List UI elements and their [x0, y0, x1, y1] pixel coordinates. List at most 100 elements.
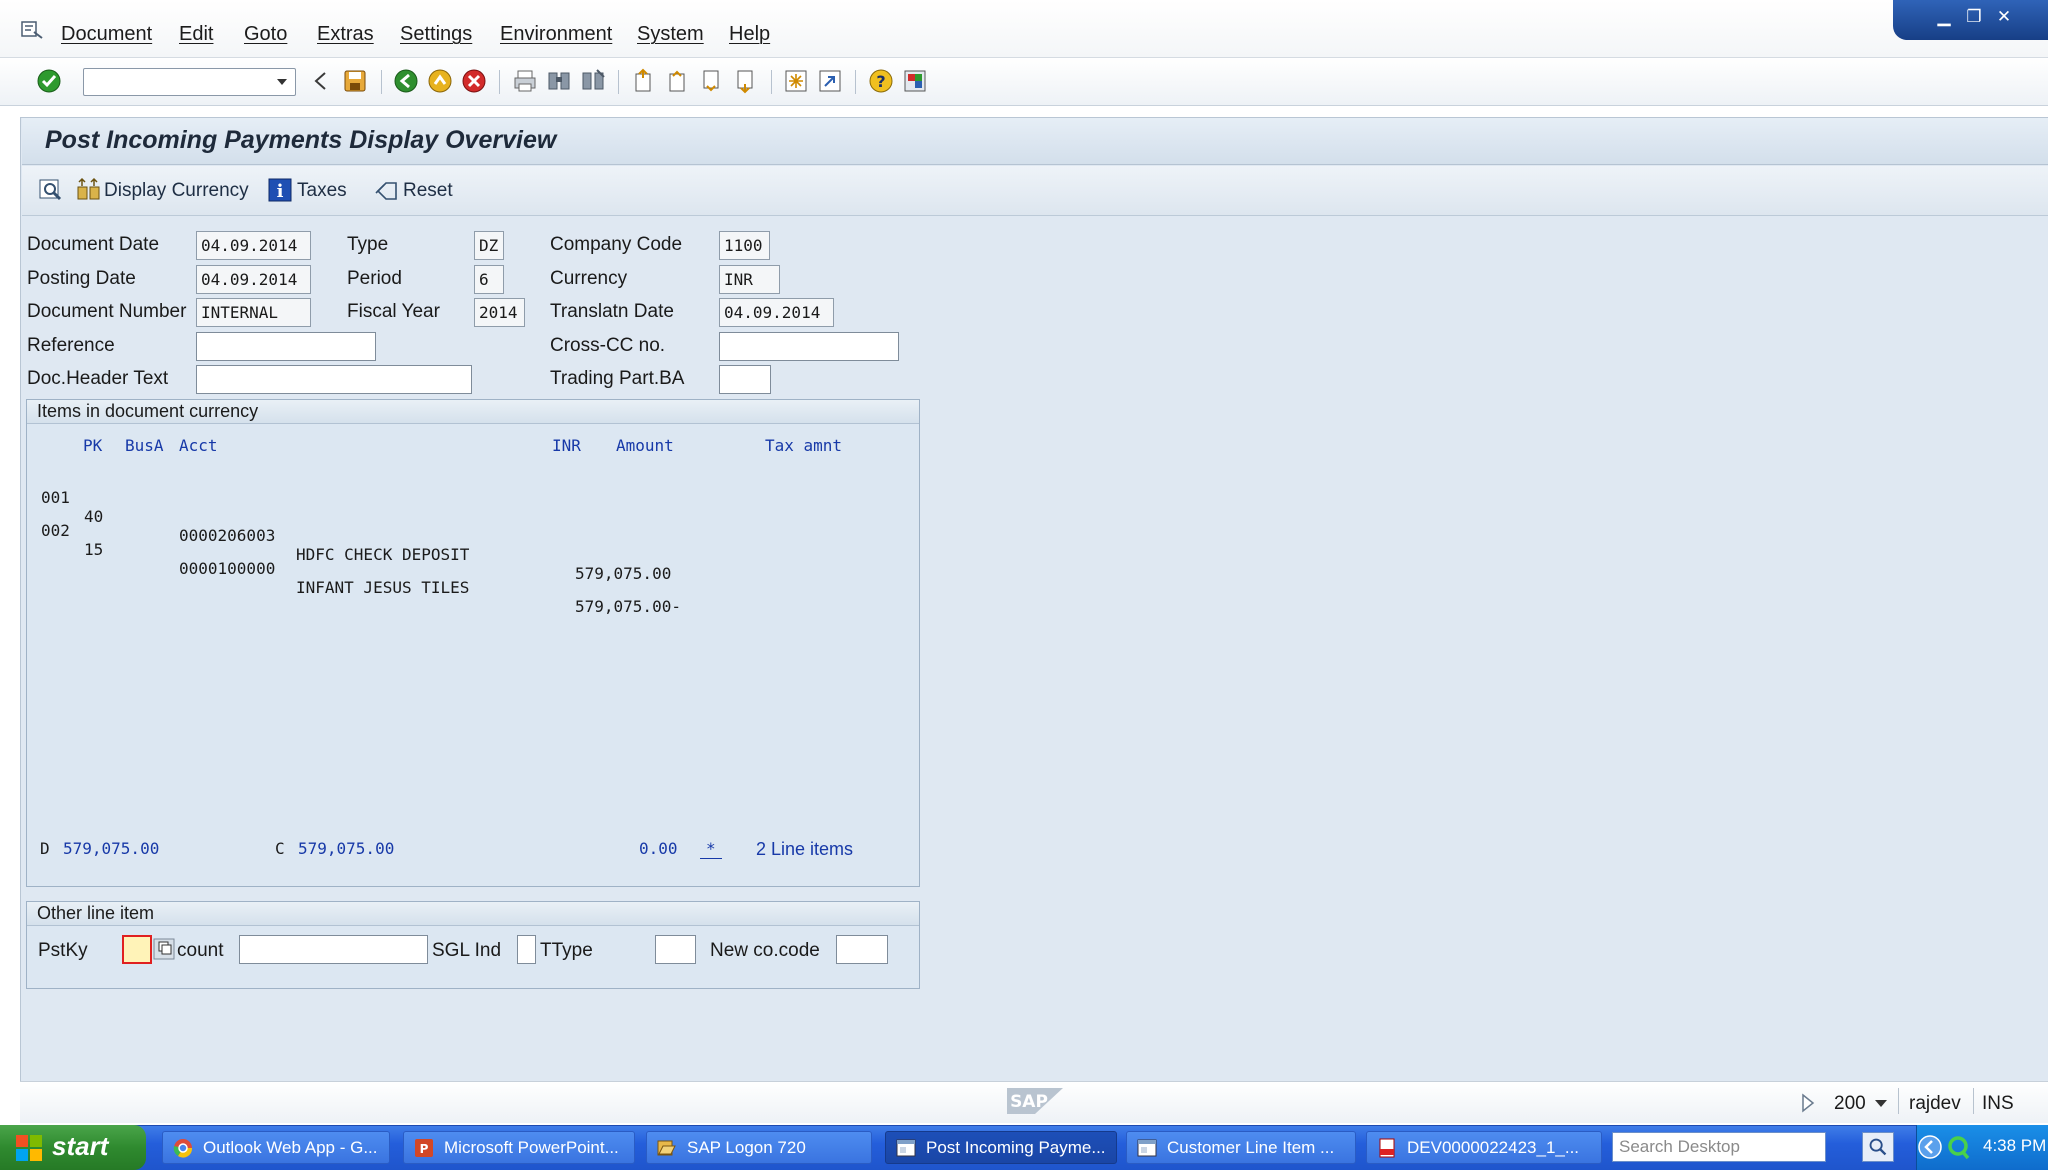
reference-input[interactable]	[196, 332, 376, 361]
debit-total: 579,075.00	[63, 839, 160, 858]
sgl-ind-input[interactable]	[517, 935, 536, 964]
status-expand-icon[interactable]	[1800, 1093, 1816, 1113]
first-page-icon[interactable]	[631, 68, 657, 94]
customize-layout-icon[interactable]	[902, 68, 928, 94]
previous-page-icon[interactable]	[665, 68, 691, 94]
desktop-search-input[interactable]: Search Desktop	[1612, 1132, 1826, 1162]
account-name: HDFC CHECK DEPOSIT	[296, 545, 470, 564]
document-number-label: Document Number	[27, 301, 187, 322]
task-sap-logon[interactable]: SAP Logon 720	[646, 1131, 872, 1164]
task-pdf-document[interactable]: DEV0000022423_1_...	[1366, 1131, 1602, 1164]
close-icon[interactable]: ✕	[1992, 6, 2016, 28]
save-icon[interactable]	[342, 68, 368, 94]
start-label: start	[52, 1131, 109, 1161]
restore-icon[interactable]: ❐	[1962, 6, 1986, 28]
document-date-field: 04.09.2014	[196, 231, 311, 260]
reset-button[interactable]: Reset	[403, 180, 453, 202]
chevron-down-icon[interactable]	[1873, 1093, 1889, 1113]
display-document-icon[interactable]	[38, 177, 64, 203]
pstky-input[interactable]	[122, 935, 152, 964]
svg-text:i: i	[277, 181, 284, 202]
insert-mode: INS	[1982, 1093, 2014, 1114]
company-code-label: Company Code	[550, 234, 683, 255]
task-customer-line-item[interactable]: Customer Line Item ...	[1126, 1131, 1356, 1164]
doc-header-text-label: Doc.Header Text	[27, 368, 169, 389]
exit-icon[interactable]	[427, 68, 453, 94]
line-item-row[interactable]: 002 15 0000100000 INFANT JESUS TILES 579…	[41, 502, 681, 616]
user-name: rajdev	[1909, 1093, 1961, 1114]
sap-window-icon	[1137, 1139, 1157, 1157]
enter-check-icon[interactable]	[36, 68, 62, 94]
svg-text:SAP: SAP	[1010, 1092, 1048, 1112]
search-icon[interactable]	[1862, 1132, 1894, 1162]
menu-document[interactable]: Document	[61, 23, 152, 46]
status-separator	[1973, 1088, 1974, 1114]
help-icon[interactable]: ?	[868, 68, 894, 94]
display-currency-button[interactable]: Display Currency	[104, 180, 249, 202]
column-inr: INR	[552, 436, 581, 455]
menu-help[interactable]: Help	[729, 23, 770, 46]
column-amount: Amount	[616, 436, 674, 455]
svg-text:?: ?	[876, 72, 885, 91]
posting-key: 40	[84, 507, 104, 526]
items-group	[26, 399, 920, 887]
ttype-input[interactable]	[655, 935, 696, 964]
account-number: 0000100000	[179, 559, 276, 578]
sgl-ind-label: SGL Ind	[432, 940, 502, 961]
posting-date-field: 04.09.2014	[196, 265, 311, 294]
cross-cc-label: Cross-CC no.	[550, 335, 666, 356]
posting-date-label: Posting Date	[27, 268, 136, 289]
back-arrow-icon[interactable]	[308, 68, 334, 94]
menu-environment[interactable]: Environment	[500, 23, 612, 46]
cancel-icon[interactable]	[461, 68, 487, 94]
menu-goto[interactable]: Goto	[244, 23, 287, 46]
new-cocode-input[interactable]	[836, 935, 888, 964]
task-post-incoming-payments[interactable]: Post Incoming Payme...	[885, 1131, 1117, 1164]
task-label: SAP Logon 720	[687, 1138, 806, 1157]
toolbar-separator	[499, 70, 500, 94]
task-powerpoint[interactable]: P Microsoft PowerPoint...	[403, 1131, 635, 1164]
print-icon[interactable]	[512, 68, 538, 94]
toolbar-separator	[771, 70, 772, 94]
new-session-icon[interactable]	[783, 68, 809, 94]
period-field: 6	[474, 265, 504, 294]
back-icon[interactable]	[393, 68, 419, 94]
doc-header-text-input[interactable]	[196, 365, 472, 394]
next-page-icon[interactable]	[699, 68, 725, 94]
translation-date-label: Translatn Date	[550, 301, 674, 322]
task-label: Post Incoming Payme...	[926, 1138, 1106, 1157]
clock: 4:38 PM	[1983, 1136, 2047, 1155]
svg-text:P: P	[420, 1142, 429, 1156]
find-icon[interactable]	[546, 68, 572, 94]
status-separator	[1898, 1088, 1899, 1114]
shortcut-icon[interactable]	[817, 68, 843, 94]
cross-cc-input[interactable]	[719, 332, 899, 361]
find-next-icon[interactable]	[580, 68, 606, 94]
last-page-icon[interactable]	[733, 68, 759, 94]
trading-part-input[interactable]	[719, 365, 771, 394]
display-currency-icon	[77, 177, 100, 200]
command-field[interactable]	[83, 68, 296, 96]
account-input[interactable]	[239, 935, 428, 964]
other-line-item-header	[27, 902, 919, 926]
menu-settings[interactable]: Settings	[400, 23, 472, 46]
menu-extras[interactable]: Extras	[317, 23, 374, 46]
new-cocode-label: New co.code	[710, 940, 820, 961]
menu-icon[interactable]	[20, 20, 44, 40]
tray-expand-icon[interactable]	[1916, 1133, 1944, 1161]
qlik-icon[interactable]	[1946, 1133, 1972, 1161]
menu-edit[interactable]: Edit	[179, 23, 213, 46]
reset-icon	[375, 182, 397, 200]
menu-system[interactable]: System	[637, 23, 704, 46]
task-outlook[interactable]: Outlook Web App - G...	[162, 1131, 390, 1164]
pstky-label: PstKy	[38, 940, 88, 961]
line-amount: 579,075.00	[575, 564, 672, 583]
chevron-down-icon[interactable]	[268, 68, 296, 96]
window-controls: ▁ ❐ ✕	[1893, 0, 2048, 40]
task-label: Customer Line Item ...	[1167, 1138, 1335, 1157]
minimize-icon[interactable]: ▁	[1932, 6, 1956, 28]
credit-total: 579,075.00	[298, 839, 395, 858]
search-help-icon[interactable]	[153, 937, 175, 961]
taxes-button[interactable]: Taxes	[297, 180, 347, 202]
task-label: Microsoft PowerPoint...	[444, 1138, 619, 1157]
